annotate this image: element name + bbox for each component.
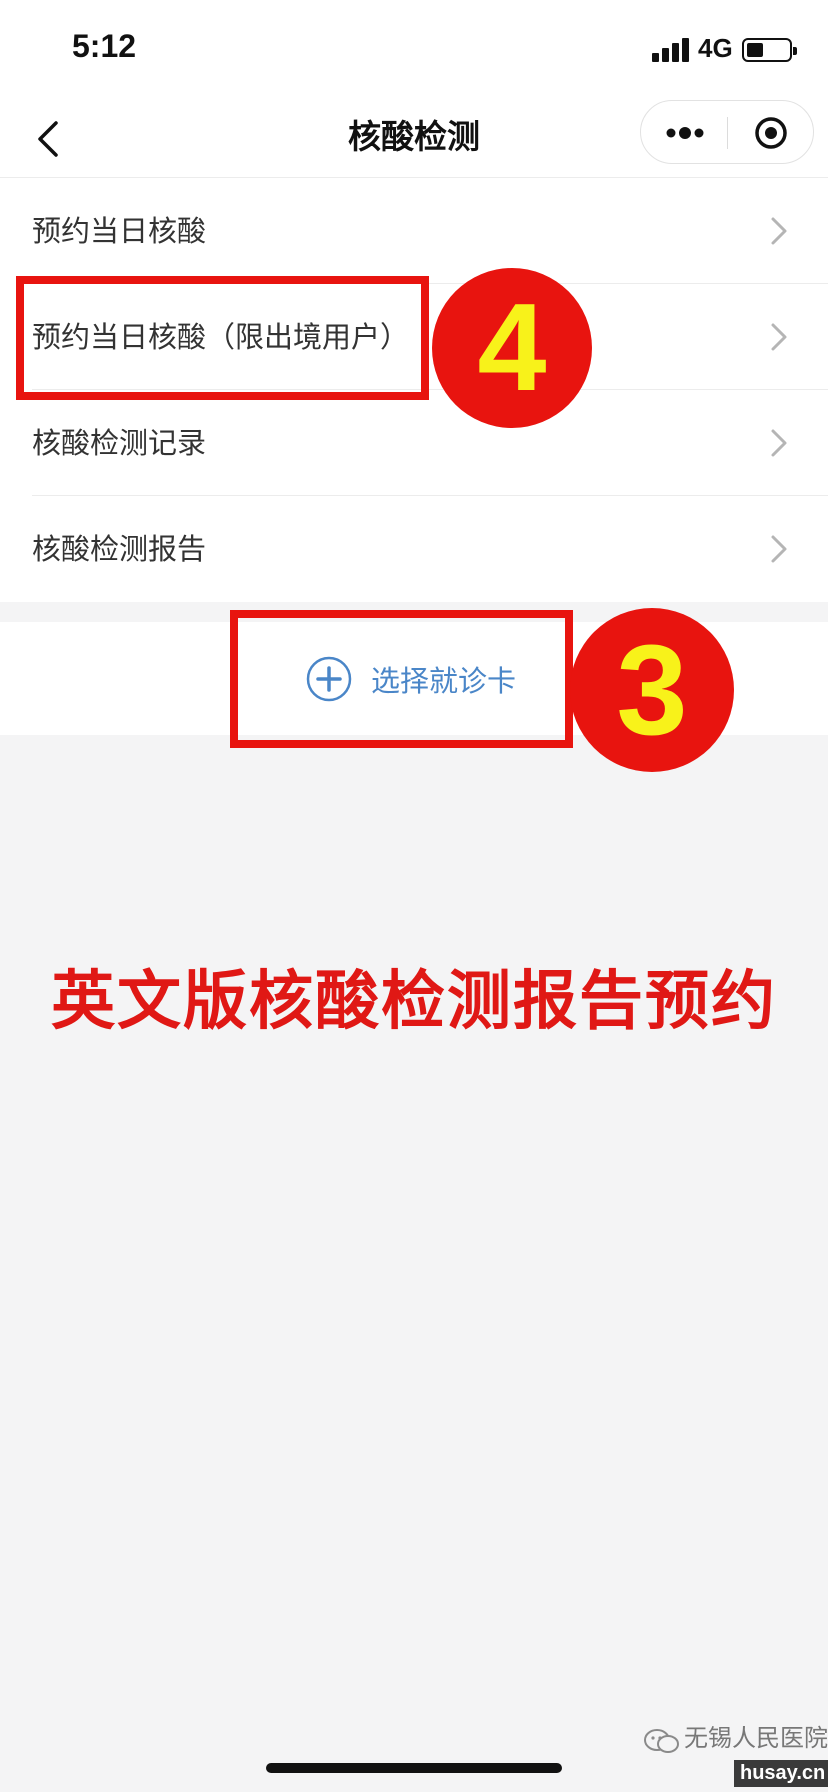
step-number-3: 3 xyxy=(616,619,688,762)
nav-bar: 核酸检测 xyxy=(0,100,828,178)
battery-icon xyxy=(742,38,797,62)
chevron-right-icon xyxy=(771,217,787,245)
home-indicator[interactable] xyxy=(266,1763,562,1773)
signal-icon xyxy=(652,38,690,62)
menu-item-label: 核酸检测报告 xyxy=(32,532,207,566)
screen: 5:12 4G 核酸检测 预约当日核酸 预约当日核酸（限出境用户） 核酸检测记录… xyxy=(0,0,828,1792)
highlight-box-select-card xyxy=(230,610,573,748)
close-target-icon[interactable] xyxy=(753,115,789,151)
mini-program-capsule xyxy=(640,100,814,164)
network-type: 4G xyxy=(698,33,733,63)
chevron-right-icon xyxy=(771,535,787,563)
menu-item-book-same-day[interactable]: 预约当日核酸 xyxy=(0,178,828,284)
menu-item-test-report[interactable]: 核酸检测报告 xyxy=(0,496,828,602)
overlay-caption: 英文版核酸检测报告预约 xyxy=(51,965,777,1039)
capsule-divider xyxy=(727,117,728,149)
status-bar: 5:12 4G xyxy=(0,0,828,100)
highlight-box-outbound xyxy=(16,276,429,400)
step-number-4: 4 xyxy=(477,279,547,417)
menu-item-label: 核酸检测记录 xyxy=(32,426,207,460)
menu-item-test-records[interactable]: 核酸检测记录 xyxy=(0,390,828,496)
menu-item-label: 预约当日核酸 xyxy=(32,214,207,248)
step-badge-4: 4 xyxy=(432,268,592,428)
wechat-logo-icon xyxy=(644,1729,679,1753)
chevron-right-icon xyxy=(771,323,787,351)
step-badge-3: 3 xyxy=(570,608,734,772)
status-time: 5:12 xyxy=(72,28,137,64)
more-icon[interactable] xyxy=(665,121,705,145)
chevron-right-icon xyxy=(771,429,787,457)
watermark-domain: husay.cn xyxy=(734,1760,828,1787)
watermark-text: 无锡人民医院 xyxy=(684,1724,828,1752)
